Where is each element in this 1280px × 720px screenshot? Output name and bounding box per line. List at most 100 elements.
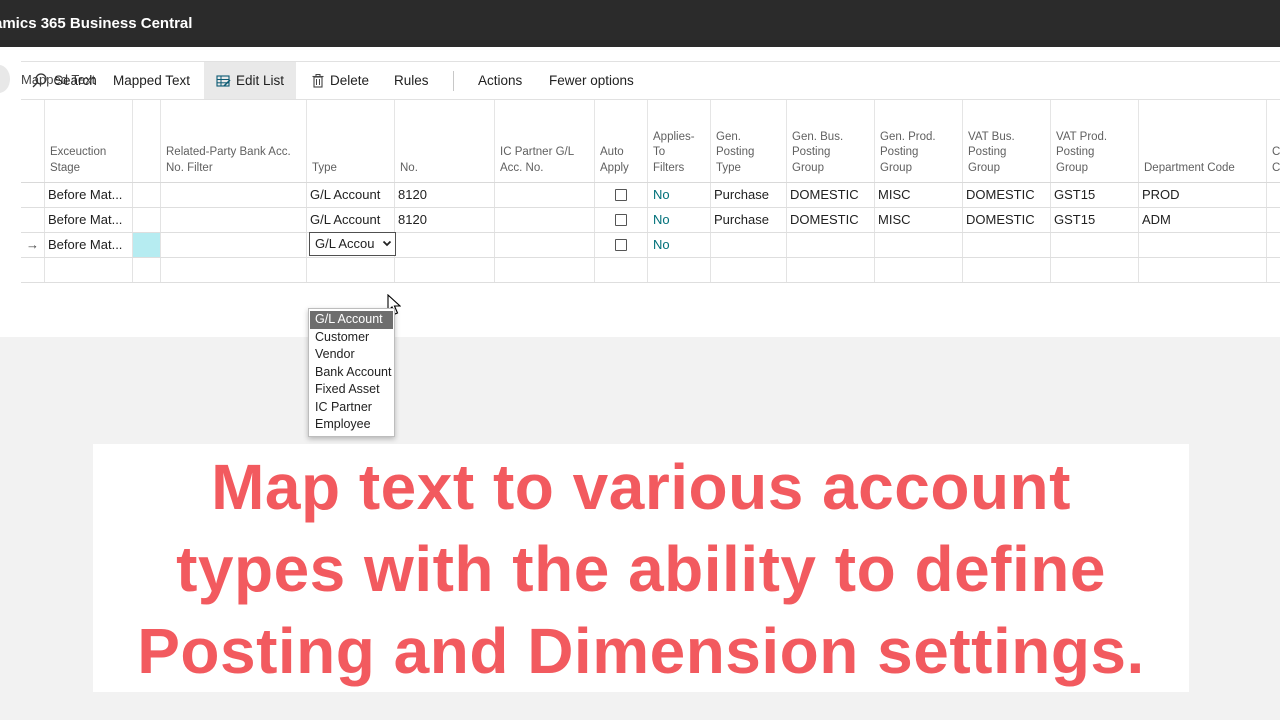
cell-auto-apply[interactable] bbox=[595, 183, 648, 207]
dropdown-option[interactable]: Customer bbox=[310, 329, 393, 347]
cell-vat-bus-posting-group[interactable]: DOMESTIC bbox=[963, 183, 1051, 207]
cell-type[interactable] bbox=[307, 258, 395, 282]
app-title[interactable]: amics 365 Business Central bbox=[0, 15, 192, 32]
cell-selected[interactable] bbox=[133, 233, 161, 257]
dropdown-option[interactable]: Vendor bbox=[310, 346, 393, 364]
cell-no[interactable] bbox=[395, 258, 495, 282]
cell-cut-off[interactable] bbox=[1267, 183, 1280, 207]
cell-applies-to-filters[interactable]: No bbox=[648, 233, 711, 257]
cell-gen-bus-posting-group[interactable] bbox=[787, 258, 875, 282]
column-header-bank-acc-filter[interactable]: Related-Party Bank Acc. No. Filter bbox=[161, 100, 307, 182]
cell-execution-stage[interactable]: Before Mat... bbox=[45, 233, 133, 257]
row-marker[interactable] bbox=[21, 183, 45, 207]
auto-apply-checkbox[interactable] bbox=[615, 189, 627, 201]
cell-bank-acc-filter[interactable] bbox=[161, 208, 307, 232]
cell-bank-acc-filter[interactable] bbox=[161, 258, 307, 282]
actions-menu[interactable]: Actions bbox=[478, 62, 522, 99]
edit-list-button[interactable]: Edit List bbox=[204, 62, 297, 99]
cell-vat-bus-posting-group[interactable]: DOMESTIC bbox=[963, 208, 1051, 232]
cell-vat-bus-posting-group[interactable] bbox=[963, 233, 1051, 257]
cell-gen-posting-type[interactable] bbox=[711, 233, 787, 257]
cell-ic-partner[interactable] bbox=[495, 233, 595, 257]
cell-gen-posting-type[interactable]: Purchase bbox=[711, 183, 787, 207]
cell-department-code[interactable] bbox=[1139, 233, 1267, 257]
cell-gen-posting-type[interactable]: Purchase bbox=[711, 208, 787, 232]
cell-gen-bus-posting-group[interactable]: DOMESTIC bbox=[787, 183, 875, 207]
cell-ic-partner[interactable] bbox=[495, 258, 595, 282]
type-select[interactable]: G/L Accou bbox=[309, 232, 396, 256]
cell-ic-partner[interactable] bbox=[495, 183, 595, 207]
dropdown-option[interactable]: Bank Account bbox=[310, 364, 393, 382]
cell-no[interactable]: 8120 bbox=[395, 183, 495, 207]
cell-vat-prod-posting-group[interactable]: GST15 bbox=[1051, 183, 1139, 207]
dropdown-option[interactable]: IC Partner bbox=[310, 399, 393, 417]
table-row[interactable]: Before Mat... G/L Account 8120 No Purcha… bbox=[21, 183, 1280, 208]
cell-gen-prod-posting-group[interactable] bbox=[875, 233, 963, 257]
row-arrow-icon[interactable]: → bbox=[21, 233, 45, 257]
dropdown-option[interactable]: Employee bbox=[310, 416, 393, 434]
cell-blank[interactable] bbox=[133, 183, 161, 207]
cell-vat-bus-posting-group[interactable] bbox=[963, 258, 1051, 282]
cell-gen-bus-posting-group[interactable]: DOMESTIC bbox=[787, 208, 875, 232]
rules-button[interactable]: Rules bbox=[394, 62, 429, 99]
column-header-vat-prod-posting-group[interactable]: VAT Prod. Posting Group bbox=[1051, 100, 1139, 182]
column-header-cut-off[interactable]: CC bbox=[1267, 100, 1280, 182]
cell-vat-prod-posting-group[interactable]: GST15 bbox=[1051, 208, 1139, 232]
cell-execution-stage[interactable]: Before Mat... bbox=[45, 208, 133, 232]
cell-gen-prod-posting-group[interactable] bbox=[875, 258, 963, 282]
cell-department-code[interactable]: PROD bbox=[1139, 183, 1267, 207]
dropdown-option[interactable]: G/L Account bbox=[310, 311, 393, 329]
cell-gen-bus-posting-group[interactable] bbox=[787, 233, 875, 257]
column-header-vat-bus-posting-group[interactable]: VAT Bus. Posting Group bbox=[963, 100, 1051, 182]
cell-bank-acc-filter[interactable] bbox=[161, 233, 307, 257]
cell-cut-off[interactable] bbox=[1267, 208, 1280, 232]
cell-department-code[interactable]: ADM bbox=[1139, 208, 1267, 232]
cell-auto-apply[interactable] bbox=[595, 258, 648, 282]
cell-blank[interactable] bbox=[133, 258, 161, 282]
column-header-applies-to-filters[interactable]: Applies- To Filters bbox=[648, 100, 711, 182]
column-header-gen-bus-posting-group[interactable]: Gen. Bus. Posting Group bbox=[787, 100, 875, 182]
cell-no[interactable] bbox=[395, 233, 495, 257]
fewer-options-button[interactable]: Fewer options bbox=[549, 62, 634, 99]
cell-auto-apply[interactable] bbox=[595, 208, 648, 232]
row-marker[interactable] bbox=[21, 258, 45, 282]
cell-cut-off[interactable] bbox=[1267, 258, 1280, 282]
column-header-gen-prod-posting-group[interactable]: Gen. Prod. Posting Group bbox=[875, 100, 963, 182]
cell-bank-acc-filter[interactable] bbox=[161, 183, 307, 207]
column-header-type[interactable]: Type bbox=[307, 100, 395, 182]
back-button[interactable] bbox=[0, 65, 10, 93]
column-header-no[interactable]: No. bbox=[395, 100, 495, 182]
delete-button[interactable]: Delete bbox=[311, 62, 369, 99]
mapped-text-tab[interactable]: Mapped Text bbox=[113, 62, 190, 99]
cell-type[interactable]: G/L Account bbox=[307, 208, 395, 232]
auto-apply-checkbox[interactable] bbox=[615, 214, 627, 226]
search-button[interactable]: Search bbox=[31, 62, 97, 99]
cell-type[interactable]: G/L Account bbox=[307, 183, 395, 207]
column-header-gen-posting-type[interactable]: Gen. Posting Type bbox=[711, 100, 787, 182]
cell-execution-stage[interactable]: Before Mat... bbox=[45, 183, 133, 207]
table-row-active[interactable]: → Before Mat... No bbox=[21, 233, 1280, 258]
column-header-execution-stage[interactable]: Exceuction Stage bbox=[45, 100, 133, 182]
column-header-auto-apply[interactable]: Auto Apply bbox=[595, 100, 648, 182]
column-header-ic-partner[interactable]: IC Partner G/L Acc. No. bbox=[495, 100, 595, 182]
dropdown-option[interactable]: Fixed Asset bbox=[310, 381, 393, 399]
auto-apply-checkbox[interactable] bbox=[615, 239, 627, 251]
cell-execution-stage[interactable] bbox=[45, 258, 133, 282]
cell-gen-posting-type[interactable] bbox=[711, 258, 787, 282]
column-header-department-code[interactable]: Department Code bbox=[1139, 100, 1267, 182]
cell-vat-prod-posting-group[interactable] bbox=[1051, 258, 1139, 282]
cell-ic-partner[interactable] bbox=[495, 208, 595, 232]
cell-applies-to-filters[interactable]: No bbox=[648, 183, 711, 207]
table-row-empty[interactable] bbox=[21, 258, 1280, 283]
cell-applies-to-filters[interactable]: No bbox=[648, 208, 711, 232]
table-row[interactable]: Before Mat... G/L Account 8120 No Purcha… bbox=[21, 208, 1280, 233]
cell-department-code[interactable] bbox=[1139, 258, 1267, 282]
cell-vat-prod-posting-group[interactable] bbox=[1051, 233, 1139, 257]
row-marker[interactable] bbox=[21, 208, 45, 232]
cell-cut-off[interactable] bbox=[1267, 233, 1280, 257]
cell-gen-prod-posting-group[interactable]: MISC bbox=[875, 208, 963, 232]
cell-blank[interactable] bbox=[133, 208, 161, 232]
cell-no[interactable]: 8120 bbox=[395, 208, 495, 232]
cell-auto-apply[interactable] bbox=[595, 233, 648, 257]
cell-gen-prod-posting-group[interactable]: MISC bbox=[875, 183, 963, 207]
